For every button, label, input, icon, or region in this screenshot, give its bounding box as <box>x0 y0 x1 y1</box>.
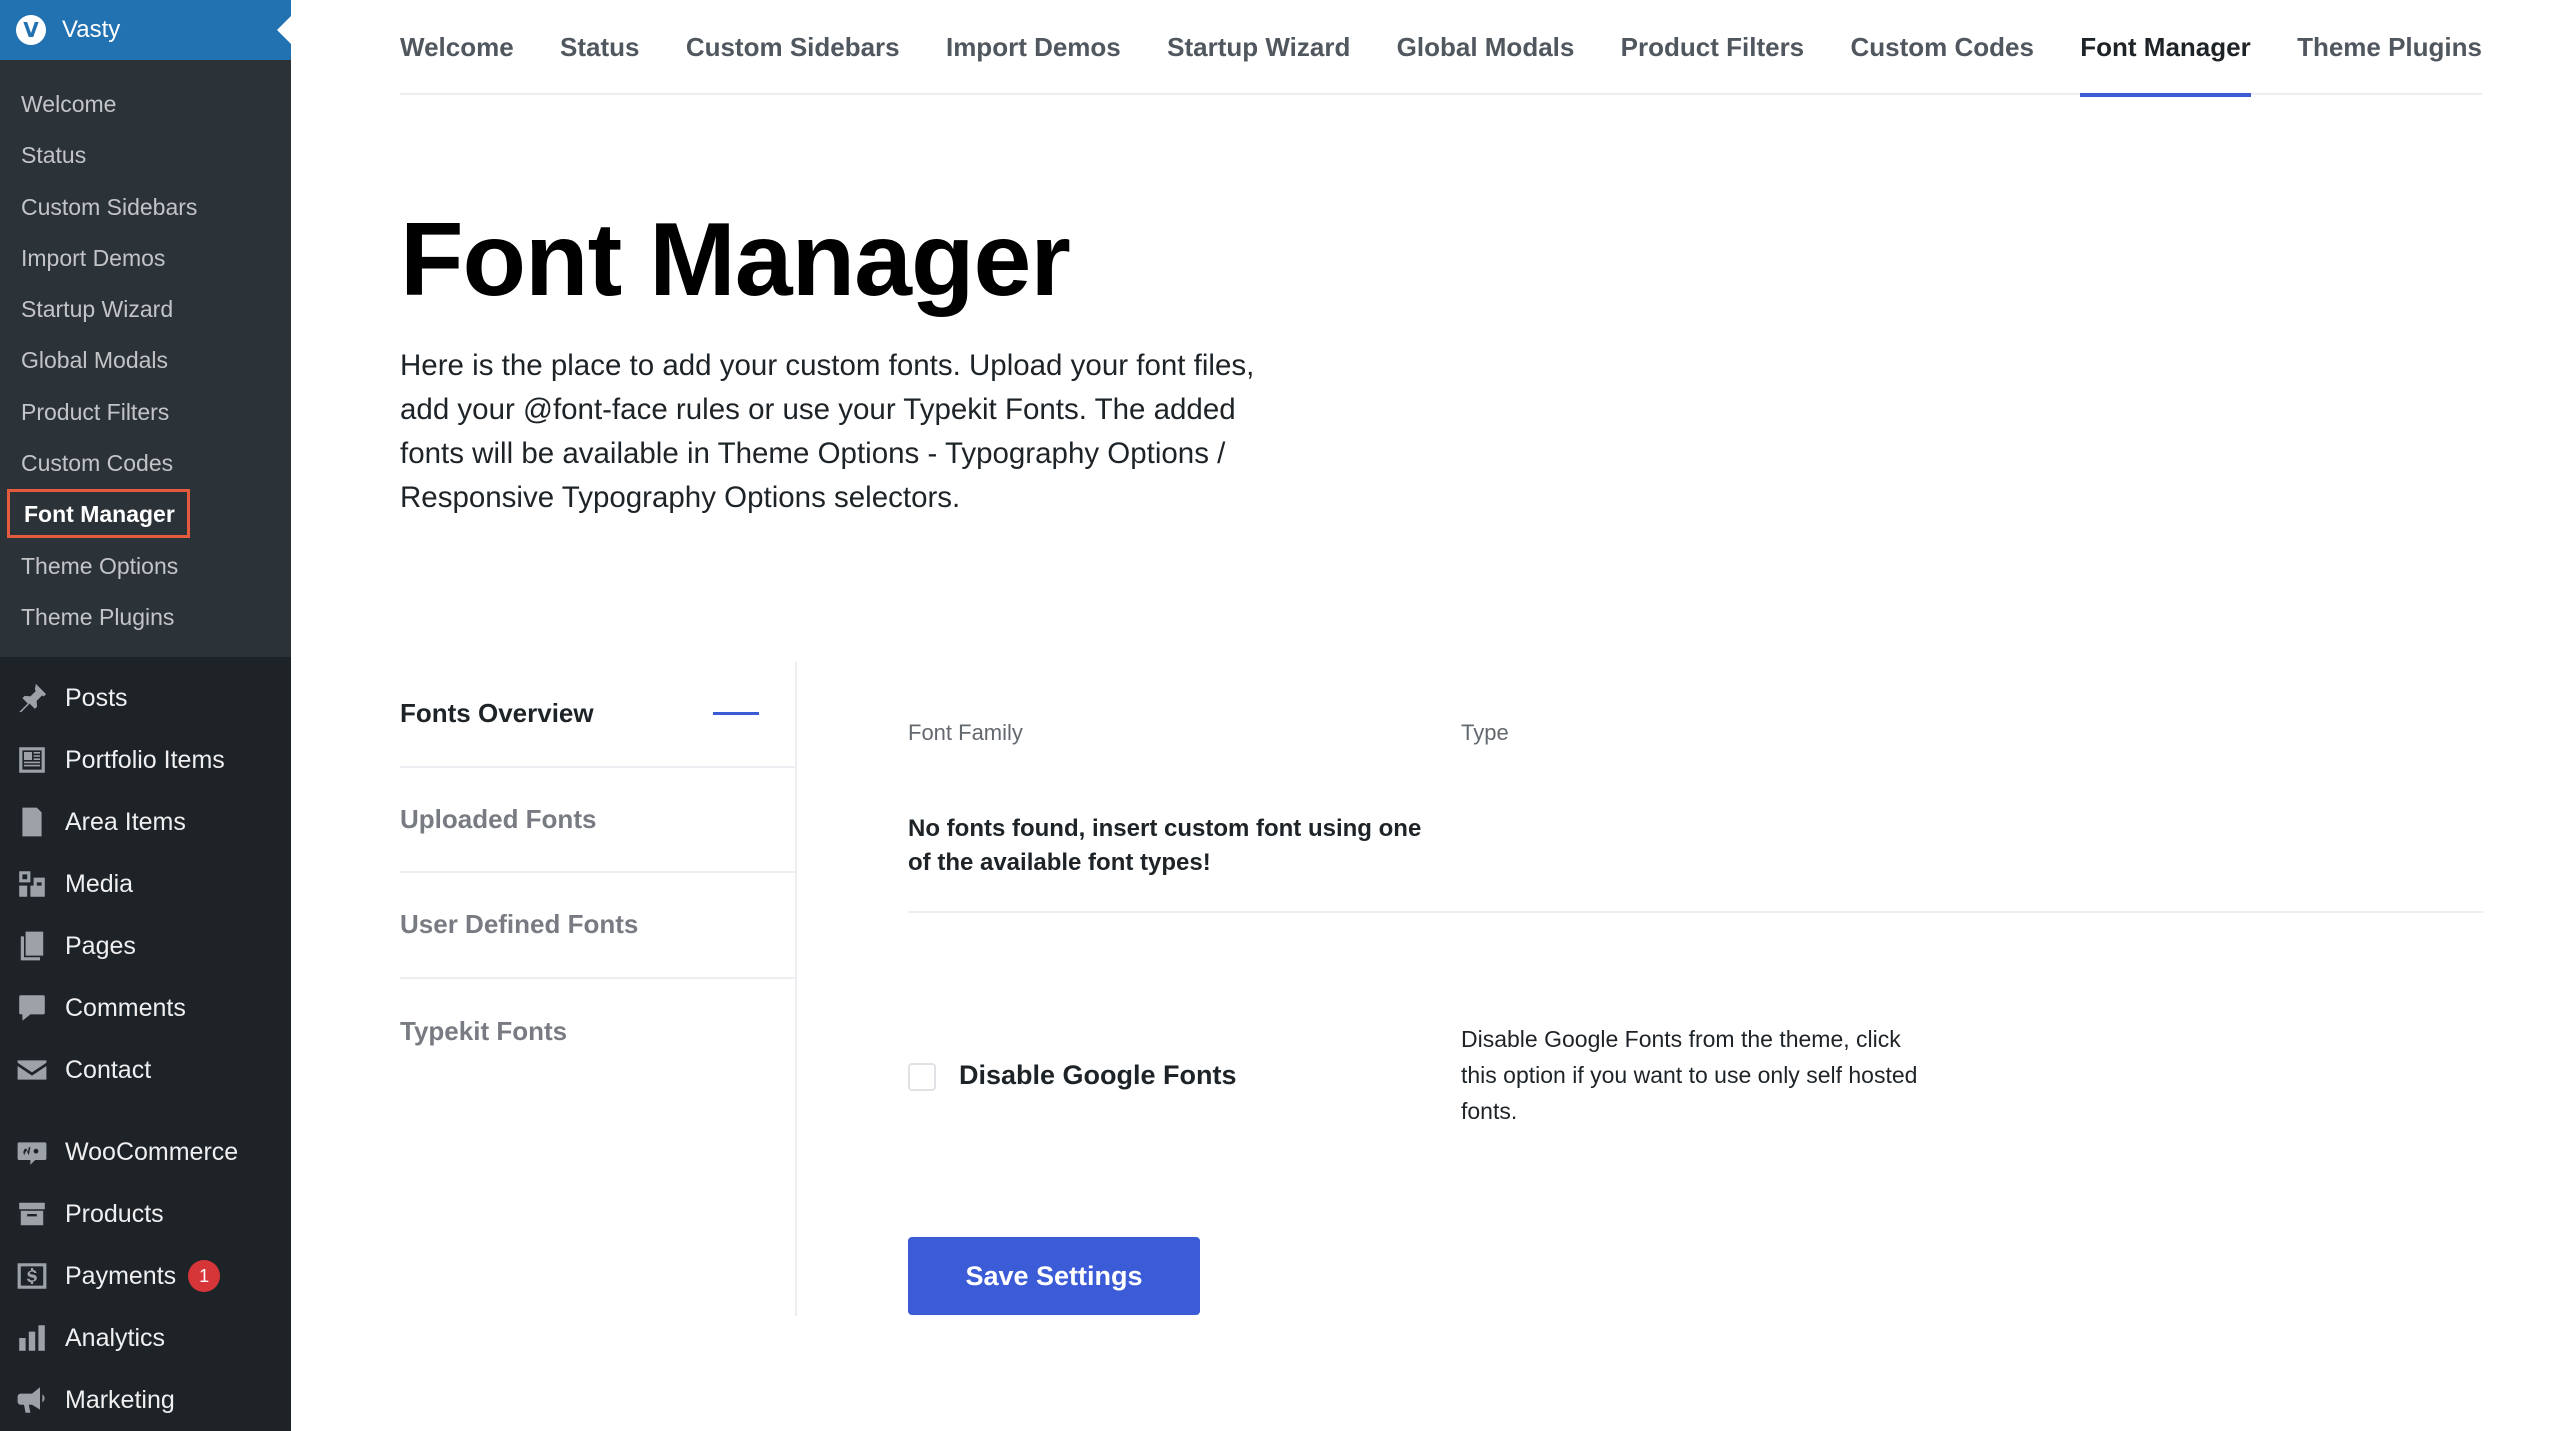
tab-welcome[interactable]: Welcome <box>400 0 514 95</box>
menu-separator <box>0 1101 291 1121</box>
column-header-type: Type <box>1461 720 1509 745</box>
envelope-icon <box>14 1052 50 1088</box>
menu-item-label: Portfolio Items <box>65 745 225 774</box>
bar-chart-icon <box>14 1320 50 1356</box>
vtab-user-defined-fonts[interactable]: User Defined Fonts <box>400 873 795 979</box>
menu-item-label: Marketing <box>65 1385 175 1414</box>
menu-item-payments[interactable]: Payments 1 <box>0 1245 291 1307</box>
brand-label: Vasty <box>62 16 121 43</box>
submenu-item-font-manager[interactable]: Font Manager <box>0 489 291 540</box>
menu-item-pages[interactable]: Pages <box>0 915 291 977</box>
page-title: Font Manager <box>400 202 1071 318</box>
admin-main-menu: Posts Portfolio Items Area Items Media P… <box>0 657 291 1431</box>
page-description: Here is the place to add your custom fon… <box>400 349 1255 514</box>
submenu-item-font-manager-label: Font Manager <box>7 489 190 539</box>
submenu-item-product-filters[interactable]: Product Filters <box>0 387 291 438</box>
submenu-item-custom-sidebars[interactable]: Custom Sidebars <box>0 182 291 233</box>
document-icon <box>14 804 50 840</box>
woocommerce-icon <box>14 1134 50 1170</box>
empty-table-message: No fonts found, insert custom font using… <box>908 815 1422 876</box>
menu-item-comments[interactable]: Comments <box>0 977 291 1039</box>
tab-status[interactable]: Status <box>560 0 639 95</box>
menu-item-label: WooCommerce <box>65 1137 239 1166</box>
submenu-item-theme-plugins[interactable]: Theme Plugins <box>0 592 291 643</box>
menu-item-label: Comments <box>65 993 186 1022</box>
comment-icon <box>14 990 50 1026</box>
admin-sidebar: V Vasty Welcome Status Custom Sidebars I… <box>0 0 291 1431</box>
current-menu-arrow <box>277 16 291 44</box>
menu-item-label: Posts <box>65 683 128 712</box>
vtab-label: Fonts Overview <box>400 698 594 729</box>
pushpin-icon <box>14 680 50 716</box>
fonts-table: Font Family Type <box>908 700 2483 760</box>
menu-item-media[interactable]: Media <box>0 853 291 915</box>
portfolio-icon <box>14 742 50 778</box>
menu-item-label: Analytics <box>65 1323 166 1352</box>
menu-item-label: Contact <box>65 1055 152 1084</box>
submenu-item-theme-options[interactable]: Theme Options <box>0 541 291 592</box>
table-divider <box>908 911 2483 913</box>
menu-item-portfolio-items[interactable]: Portfolio Items <box>0 729 291 791</box>
tab-import-demos[interactable]: Import Demos <box>946 0 1121 95</box>
dollar-icon <box>14 1258 50 1294</box>
megaphone-icon <box>14 1382 50 1418</box>
menu-item-label: Media <box>65 869 134 898</box>
save-settings-button[interactable]: Save Settings <box>908 1237 1200 1315</box>
vtab-label: Uploaded Fonts <box>400 803 597 834</box>
vtab-label: User Defined Fonts <box>400 909 639 940</box>
active-indicator <box>713 712 759 716</box>
menu-item-woocommerce[interactable]: WooCommerce <box>0 1121 291 1183</box>
font-sections-nav: Fonts Overview Uploaded Fonts User Defin… <box>400 662 797 1316</box>
disable-google-fonts-label[interactable]: Disable Google Fonts <box>959 1060 1237 1091</box>
menu-item-label: Pages <box>65 931 136 960</box>
menu-item-marketing[interactable]: Marketing <box>0 1369 291 1431</box>
submenu-item-global-modals[interactable]: Global Modals <box>0 335 291 386</box>
top-tab-nav: Welcome Status Custom Sidebars Import De… <box>400 0 2482 97</box>
vasty-submenu: Welcome Status Custom Sidebars Import De… <box>0 60 291 658</box>
pages-icon <box>14 928 50 964</box>
payments-count-badge: 1 <box>188 1260 221 1293</box>
tab-custom-sidebars[interactable]: Custom Sidebars <box>686 0 900 95</box>
vasty-logo-icon: V <box>16 15 46 45</box>
disable-google-fonts-help: Disable Google Fonts from the theme, cli… <box>1461 1026 1918 1124</box>
tab-product-filters[interactable]: Product Filters <box>1621 0 1804 95</box>
menu-item-label: Area Items <box>65 807 186 836</box>
archive-box-icon <box>14 1196 50 1232</box>
tab-custom-codes[interactable]: Custom Codes <box>1850 0 2033 95</box>
table-header-row: Font Family Type <box>908 700 2483 760</box>
menu-item-contact[interactable]: Contact <box>0 1039 291 1101</box>
tab-startup-wizard[interactable]: Startup Wizard <box>1167 0 1350 95</box>
tab-font-manager[interactable]: Font Manager <box>2080 0 2252 97</box>
menu-item-label: Products <box>65 1199 164 1228</box>
vtab-uploaded-fonts[interactable]: Uploaded Fonts <box>400 768 795 873</box>
disable-google-fonts-checkbox[interactable] <box>908 1063 936 1091</box>
menu-item-products[interactable]: Products <box>0 1183 291 1245</box>
vtab-fonts-overview[interactable]: Fonts Overview <box>400 662 795 768</box>
menu-item-label: Payments <box>65 1261 177 1290</box>
tab-global-modals[interactable]: Global Modals <box>1397 0 1575 95</box>
tab-theme-plugins[interactable]: Theme Plugins <box>2297 0 2482 95</box>
vtab-label: Typekit Fonts <box>400 1015 568 1046</box>
submenu-item-import-demos[interactable]: Import Demos <box>0 233 291 284</box>
submenu-item-custom-codes[interactable]: Custom Codes <box>0 438 291 489</box>
vtab-typekit-fonts[interactable]: Typekit Fonts <box>400 979 795 1085</box>
column-header-font-family: Font Family <box>908 720 1023 745</box>
menu-item-posts[interactable]: Posts <box>0 667 291 729</box>
menu-item-area-items[interactable]: Area Items <box>0 791 291 853</box>
submenu-item-status[interactable]: Status <box>0 130 291 181</box>
submenu-item-startup-wizard[interactable]: Startup Wizard <box>0 284 291 335</box>
sidebar-brand[interactable]: V Vasty <box>0 0 291 60</box>
submenu-item-welcome[interactable]: Welcome <box>0 79 291 130</box>
menu-item-analytics[interactable]: Analytics <box>0 1307 291 1369</box>
media-icon <box>14 866 50 902</box>
